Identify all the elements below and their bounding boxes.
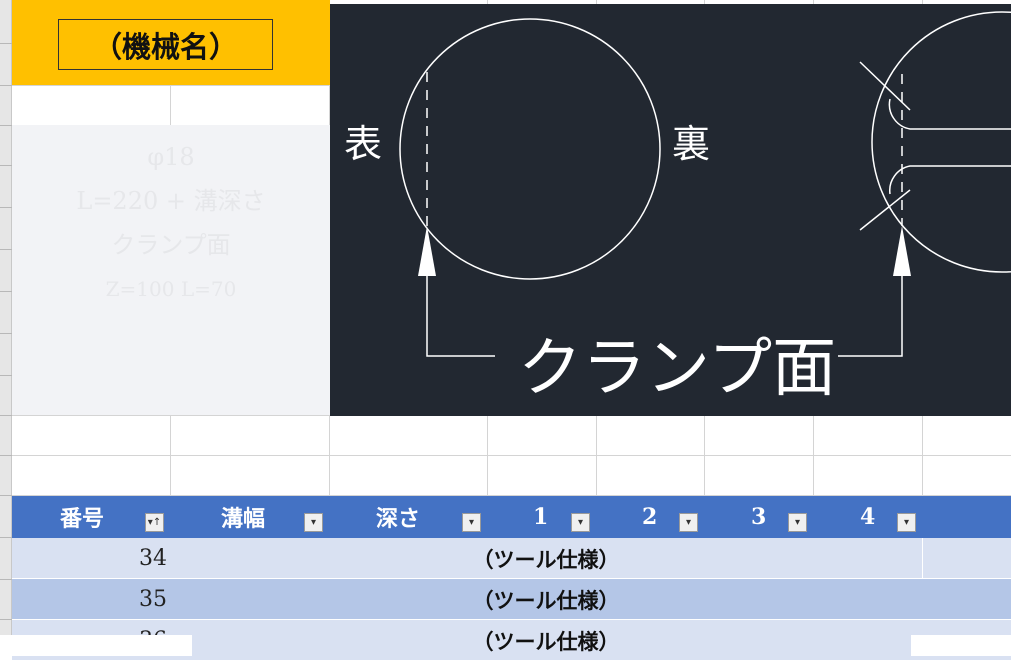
filter-dropdown-icon[interactable]: ▾ xyxy=(304,513,323,532)
header-col-2[interactable]: 2 xyxy=(642,496,657,538)
header-col-1-label: 1 xyxy=(533,504,549,530)
machine-name-text: （機械名） xyxy=(92,29,238,64)
header-number-label: 番号 xyxy=(60,506,105,532)
spec-length: L=220 + 溝深さ xyxy=(76,187,266,215)
front-arrow-icon xyxy=(418,226,436,276)
back-arrow-icon xyxy=(893,226,911,276)
back-label: 裏 xyxy=(672,122,710,166)
header-col-3[interactable]: 3 xyxy=(751,496,766,538)
header-depth-label: 深さ xyxy=(376,506,421,532)
back-slot-bottom xyxy=(889,165,1011,195)
header-groove-width[interactable]: 溝幅 xyxy=(221,496,265,538)
filter-dropdown-icon[interactable]: ▾ xyxy=(462,513,481,532)
back-slot-top xyxy=(888,98,1011,130)
header-col-2-label: 2 xyxy=(642,504,658,530)
header-col-4[interactable]: 4 xyxy=(860,496,875,538)
filter-glyph: ▾ xyxy=(903,517,910,528)
filter-dropdown-icon[interactable]: ▾ xyxy=(571,513,590,532)
spec-clamp-face: クランプ面 xyxy=(111,231,231,259)
clamp-drawing-svg: 表 裏 クランプ面 xyxy=(344,11,1011,406)
filter-glyph: ▾ xyxy=(794,517,801,528)
filter-glyph: ▾ xyxy=(468,517,475,528)
back-circle xyxy=(871,11,1011,273)
filter-sort-icon[interactable]: ▾↑ xyxy=(145,513,164,532)
machine-name-textbox[interactable]: （機械名） xyxy=(58,19,273,70)
filter-glyph: ▾ xyxy=(310,517,317,528)
row-header-strip[interactable] xyxy=(0,0,12,656)
front-label: 表 xyxy=(344,122,382,166)
front-circle xyxy=(399,18,661,280)
back-diag-top xyxy=(859,61,911,111)
front-leader-line xyxy=(426,254,495,357)
filter-glyph: ▾ xyxy=(577,517,584,528)
header-col-4-label: 4 xyxy=(860,504,876,530)
row-tool-spec: （ツール仕様） xyxy=(472,589,620,613)
header-groove-width-label: 溝幅 xyxy=(221,506,266,532)
filter-dropdown-icon[interactable]: ▾ xyxy=(897,513,916,532)
header-col-1[interactable]: 1 xyxy=(533,496,548,538)
clamp-face-label: クランプ面 xyxy=(518,332,836,406)
header-depth[interactable]: 深さ xyxy=(376,496,420,538)
clamp-drawing-image[interactable]: 表 裏 クランプ面 xyxy=(330,4,1011,416)
filter-dropdown-icon[interactable]: ▾ xyxy=(788,513,807,532)
spec-z-l: Z=100 L=70 xyxy=(105,277,237,301)
back-leader-line xyxy=(838,254,903,357)
filter-glyph: ▾ xyxy=(685,517,692,528)
header-number[interactable]: 番号 xyxy=(60,496,104,538)
row-number: 35 xyxy=(139,587,167,612)
row-tool-spec: （ツール仕様） xyxy=(472,548,620,572)
header-col-3-label: 3 xyxy=(751,504,767,530)
filter-dropdown-icon[interactable]: ▾ xyxy=(679,513,698,532)
filter-sort-glyph: ▾↑ xyxy=(147,517,162,528)
row-number: 34 xyxy=(139,546,167,571)
spec-diameter: φ18 xyxy=(147,143,195,171)
row-tool-spec: （ツール仕様） xyxy=(472,630,620,654)
